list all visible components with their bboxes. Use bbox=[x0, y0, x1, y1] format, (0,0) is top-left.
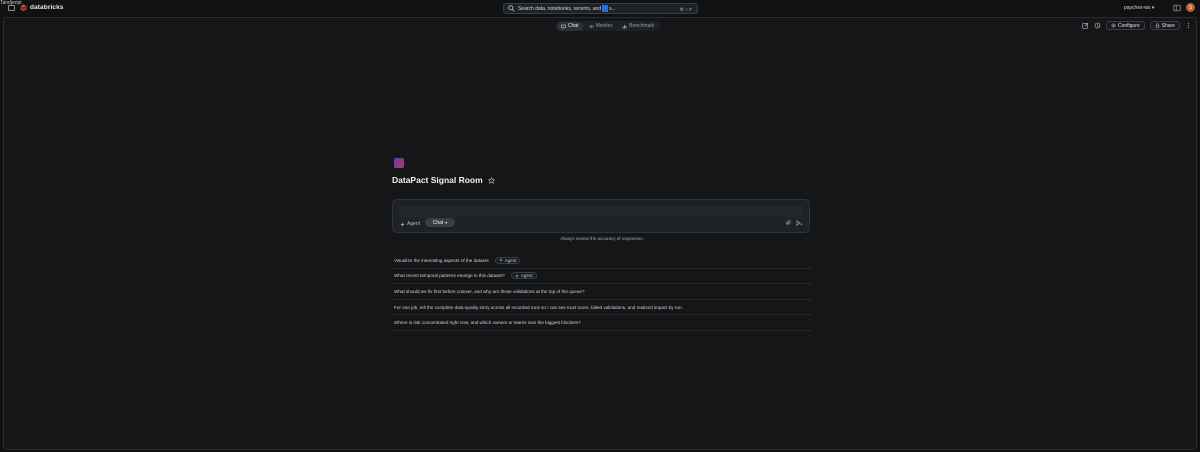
workspace-name: paychex-ws bbox=[1124, 5, 1151, 11]
tab-chat-label: Chat bbox=[568, 23, 579, 29]
suggestion-text: Visualize the interesting aspects of the… bbox=[394, 257, 489, 263]
chat-input[interactable] bbox=[399, 206, 803, 217]
tab-chat[interactable]: Chat bbox=[557, 21, 583, 31]
send-icon[interactable] bbox=[796, 220, 803, 226]
suggestion-text: Where is risk concentrated right now, an… bbox=[394, 320, 581, 326]
paperclip-icon[interactable] bbox=[785, 220, 791, 226]
user-avatar[interactable]: S bbox=[1186, 3, 1195, 12]
page-title: DataPact Signal Room bbox=[392, 175, 483, 185]
configure-label: Configure bbox=[1117, 22, 1140, 29]
suggestion-item[interactable]: Visualize the interesting aspects of the… bbox=[392, 253, 812, 269]
search-text-end: s... bbox=[609, 5, 616, 12]
disclaimer-text: Always review the accuracy of responses. bbox=[560, 236, 644, 241]
share-label: Share bbox=[1161, 22, 1175, 29]
brand[interactable]: databricks bbox=[20, 4, 64, 11]
tab-benchmark[interactable]: Benchmark bbox=[618, 22, 658, 31]
agent-badge-label: Agent bbox=[520, 273, 533, 279]
suggestion-item[interactable]: Where is risk concentrated right now, an… bbox=[392, 315, 812, 331]
suggestion-text: What recent temporal patterns emerge in … bbox=[394, 273, 505, 279]
tab-monitor-label: Monitor bbox=[595, 23, 613, 29]
agent-label: Agent bbox=[407, 221, 421, 227]
sparkle-icon bbox=[498, 258, 503, 263]
search-icon bbox=[508, 5, 515, 12]
search-text-start: Search data, notebooks, recents, and bbox=[518, 5, 602, 12]
tab-monitor[interactable]: Monitor bbox=[585, 22, 617, 31]
space-avatar bbox=[394, 158, 404, 168]
chat-mode-label: Chat bbox=[432, 219, 444, 226]
brand-name: databricks bbox=[30, 4, 64, 11]
chevron-down-icon: ▾ bbox=[445, 220, 448, 225]
suggestion-text: What should we fix first before cutover,… bbox=[394, 288, 585, 294]
suggestion-text: For one job, tell the complete data-qual… bbox=[394, 304, 683, 310]
sidebar-toggle-icon[interactable] bbox=[8, 5, 15, 11]
chat-bubble-icon bbox=[561, 24, 566, 29]
agent-badge: Agent bbox=[510, 272, 537, 280]
history-icon[interactable] bbox=[1094, 22, 1101, 29]
apps-grid-icon[interactable] bbox=[1173, 4, 1181, 12]
agent-badge-label: Agent bbox=[504, 257, 517, 263]
bar-chart-icon bbox=[622, 24, 627, 28]
share-button[interactable]: Share bbox=[1149, 21, 1180, 30]
sparkle-icon bbox=[515, 274, 519, 278]
suggested-questions: Visualize the interesting aspects of the… bbox=[392, 253, 812, 331]
suggestion-item[interactable]: What recent temporal patterns emerge in … bbox=[392, 269, 812, 285]
databricks-logo-icon bbox=[20, 4, 27, 11]
search-shortcut: ⌘ + P bbox=[679, 6, 692, 12]
chat-mode-select[interactable]: Chat ▾ bbox=[425, 218, 455, 227]
global-search-input[interactable]: Search data, notebooks, recents, and s...… bbox=[503, 3, 698, 14]
gear-icon bbox=[1111, 23, 1116, 28]
right-toolbar: Configure Share bbox=[1082, 21, 1192, 30]
star-icon[interactable] bbox=[487, 176, 495, 184]
text-cursor bbox=[602, 5, 609, 12]
genie-space-panel: Chat Monitor Benchmark Configure Share D… bbox=[3, 17, 1197, 450]
suggestion-item[interactable]: What should we fix first before cutover,… bbox=[392, 284, 812, 300]
configure-button[interactable]: Configure bbox=[1105, 21, 1145, 30]
search-text: Search data, notebooks, recents, and s... bbox=[518, 5, 616, 12]
suggestion-item[interactable]: For one job, tell the complete data-qual… bbox=[392, 300, 812, 316]
tab-benchmark-label: Benchmark bbox=[629, 23, 655, 29]
chevron-down-icon: ▾ bbox=[1151, 5, 1155, 11]
more-options-icon[interactable] bbox=[1185, 22, 1192, 29]
top-bar: Tandjeript databricks Search data, noteb… bbox=[0, 0, 1200, 17]
agent-mode-toggle[interactable]: Agent bbox=[400, 220, 420, 228]
workspace-selector[interactable]: paychex-ws ▾ bbox=[1124, 5, 1154, 11]
agent-badge: Agent bbox=[494, 256, 521, 264]
space-header: DataPact Signal Room bbox=[392, 175, 495, 185]
eye-icon bbox=[588, 24, 594, 28]
lock-icon bbox=[1155, 23, 1159, 28]
chat-composer: Agent Chat ▾ bbox=[392, 199, 810, 233]
view-tabs: Chat Monitor Benchmark bbox=[556, 21, 660, 31]
new-chat-icon[interactable] bbox=[1082, 22, 1089, 29]
sparkle-icon bbox=[400, 221, 405, 227]
